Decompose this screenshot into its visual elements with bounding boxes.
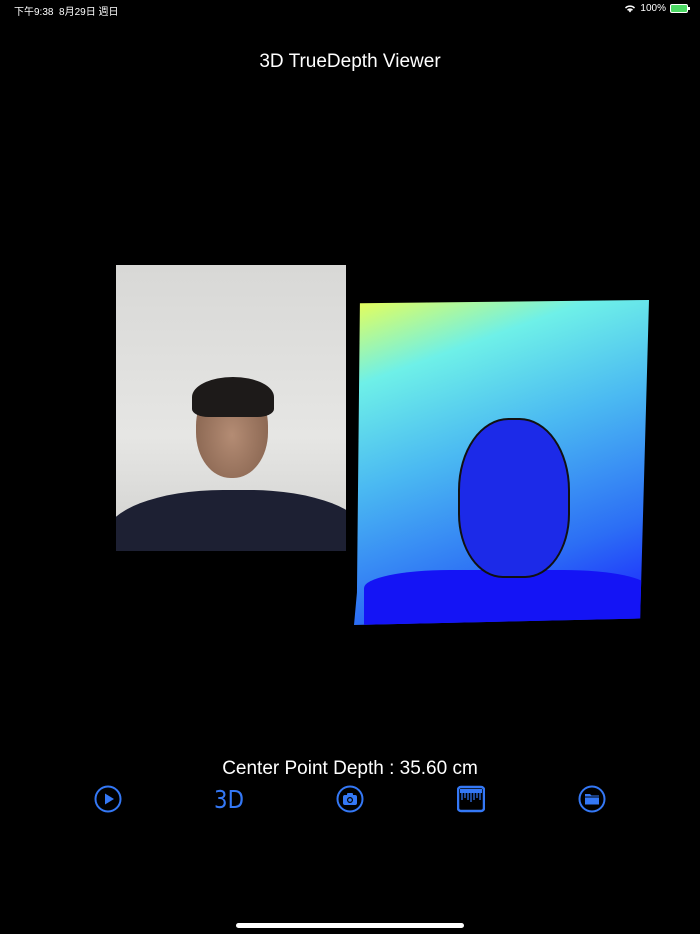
wifi-icon <box>625 5 636 13</box>
ruler-icon <box>457 785 485 813</box>
page-title: 3D TrueDepth Viewer <box>259 51 441 72</box>
folder-icon <box>578 785 606 813</box>
depth-body <box>364 570 649 625</box>
home-indicator[interactable] <box>236 923 464 928</box>
person-body <box>116 490 346 551</box>
status-date: 8月29日 週日 <box>59 7 119 18</box>
play-icon <box>94 785 122 813</box>
status-time-date: 下午9:38 8月29日 週日 <box>14 3 119 18</box>
depth-head <box>458 418 570 578</box>
battery-charging-icon <box>670 4 690 13</box>
depth-map-view[interactable] <box>354 300 649 625</box>
battery-percent: 100% <box>640 3 666 14</box>
camera-button[interactable] <box>335 784 365 814</box>
center-depth-label: Center Point Depth : 35.60 cm <box>222 758 478 779</box>
camera-icon <box>336 785 364 813</box>
3d-button[interactable]: 3D <box>213 784 245 814</box>
status-time: 下午9:38 <box>14 7 54 18</box>
camera-preview <box>116 265 346 551</box>
play-button[interactable] <box>93 784 123 814</box>
status-indicators: 100% <box>624 3 690 14</box>
folder-button[interactable] <box>577 784 607 814</box>
toolbar: 3D <box>0 784 700 814</box>
person-hair <box>192 377 274 417</box>
ruler-button[interactable] <box>456 784 486 814</box>
